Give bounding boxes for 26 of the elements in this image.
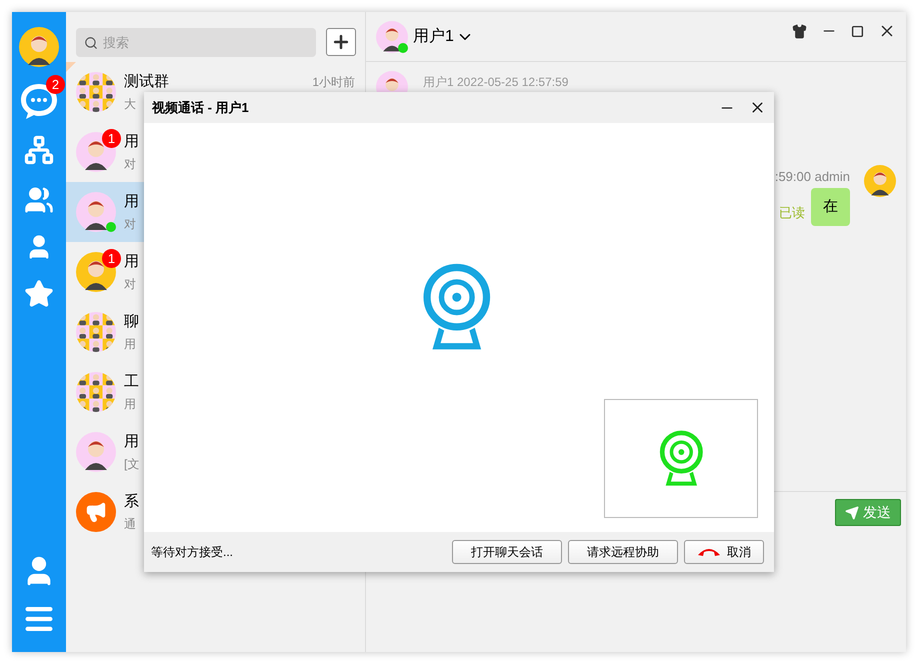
call-status: 等待对方接受... (151, 544, 234, 561)
message-bubble: 在 (811, 188, 850, 226)
conversation-preview: 对 (124, 156, 136, 174)
conversation-name: 聊 (124, 312, 139, 332)
unread-count: 2 (46, 75, 65, 94)
conversation-name: 用 (124, 432, 139, 452)
message-meta: 用户1 2022-05-25 12:57:59 (423, 74, 568, 91)
unread-count: 1 (102, 129, 121, 148)
conversation-name: 工 (124, 372, 139, 392)
dialog-title: 视频通话 - 用户1 (152, 98, 249, 117)
conversation-preview: 大 (124, 96, 136, 114)
conversation-preview: 对 (124, 276, 136, 294)
conversation-preview: [文 (124, 456, 140, 474)
message-meta: :59:00 admin (774, 168, 850, 186)
conversation-name: 用 (124, 192, 139, 212)
conversation-name: 系 (124, 492, 139, 512)
conversation-time: 1小时前 (312, 74, 355, 91)
conversation-preview: 通 (124, 516, 136, 534)
conversation-preview: 用 (124, 336, 136, 354)
read-status: 已读 (779, 204, 805, 222)
conversation-name: 测试群 (124, 72, 169, 92)
unread-count: 1 (102, 249, 121, 268)
conversation-preview: 对 (124, 216, 136, 234)
conversation-preview: 用 (124, 396, 136, 414)
conversation-name: 用 (124, 252, 139, 272)
conversation-name: 用 (124, 132, 139, 152)
